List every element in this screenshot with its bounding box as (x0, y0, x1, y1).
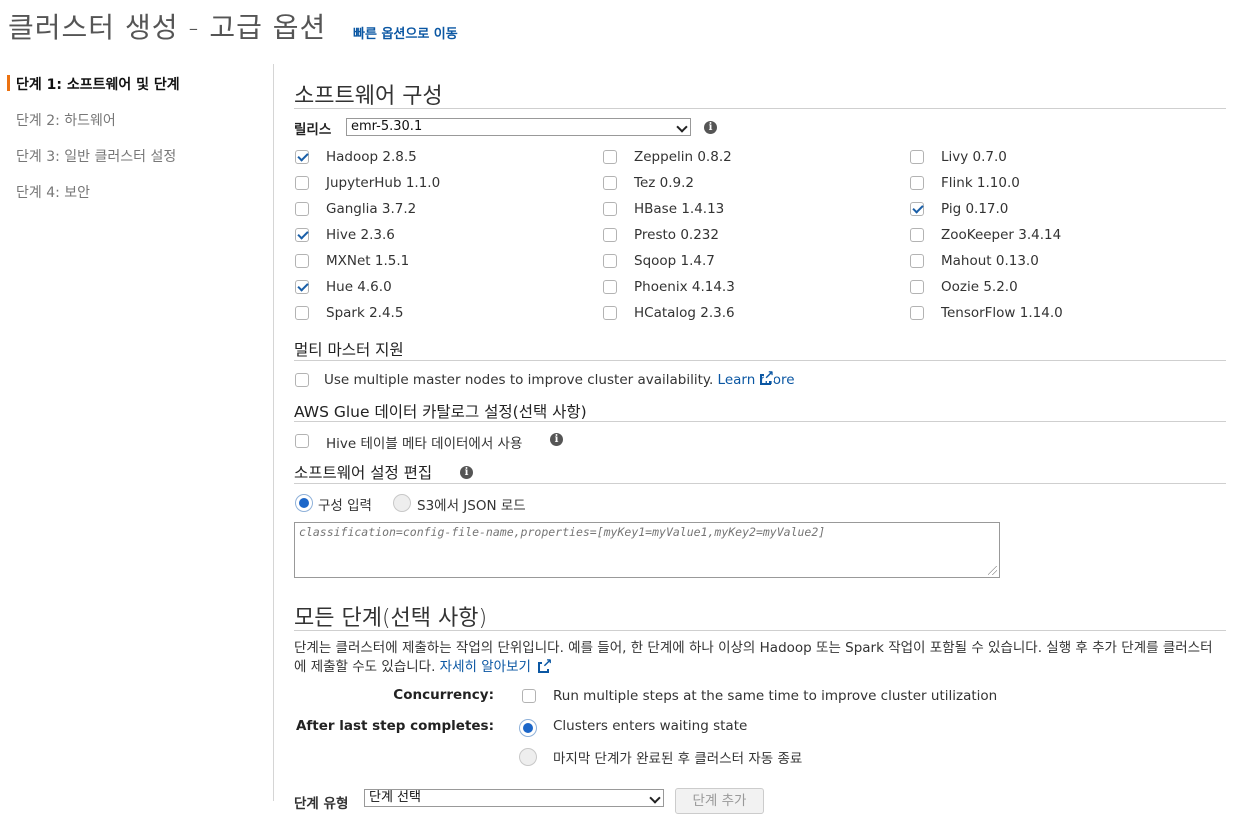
steps-description: 단계는 클러스터에 제출하는 작업의 단위입니다. 예를 들어, 한 단계에 하… (294, 639, 1224, 677)
app-checkbox-label: HCatalog 2.3.6 (634, 305, 735, 321)
app-checkbox-label: Tez 0.9.2 (634, 175, 694, 191)
chevron-down-icon (676, 121, 688, 133)
app-checkbox[interactable] (603, 280, 617, 294)
s3-json-radio[interactable] (393, 494, 411, 512)
app-checkbox-label: TensorFlow 1.14.0 (941, 305, 1063, 321)
concurrency-label: Concurrency: (393, 687, 494, 703)
release-select[interactable]: emr-5.30.1 (346, 118, 691, 136)
app-checkbox-label: Sqoop 1.4.7 (634, 253, 715, 269)
app-checkbox[interactable] (603, 176, 617, 190)
quick-options-link[interactable]: 빠른 옵션으로 이동 (353, 23, 458, 42)
resize-handle[interactable] (988, 566, 997, 575)
app-checkbox[interactable] (603, 306, 617, 320)
steps-heading: 모든 단계(선택 사항) (294, 606, 488, 631)
release-label: 릴리스 (294, 122, 332, 138)
glue-hive-label: Hive 테이블 메타 데이터에서 사용 (326, 436, 523, 452)
app-checkbox[interactable] (603, 202, 617, 216)
divider (294, 108, 1226, 109)
app-checkbox-label: Livy 0.7.0 (941, 149, 1007, 165)
app-checkbox-label: HBase 1.4.13 (634, 201, 725, 217)
config-textarea[interactable] (294, 522, 1000, 578)
info-icon[interactable]: i (704, 121, 717, 134)
app-checkbox[interactable] (295, 228, 309, 242)
app-checkbox[interactable] (910, 254, 924, 268)
app-checkbox[interactable] (910, 306, 924, 320)
app-checkbox[interactable] (603, 150, 617, 164)
divider (294, 421, 1226, 422)
sidebar-step-1[interactable]: 단계 1: 소프트웨어 및 단계 (7, 74, 180, 94)
multi-master-label: Use multiple master nodes to improve clu… (324, 372, 714, 388)
app-checkbox-label: ZooKeeper 3.4.14 (941, 227, 1062, 243)
page-title: 클러스터 생성 - 고급 옵션 (8, 11, 327, 44)
external-link-icon[interactable] (538, 657, 553, 673)
app-checkbox[interactable] (603, 228, 617, 242)
app-checkbox[interactable] (295, 254, 309, 268)
info-icon[interactable]: i (550, 433, 563, 446)
config-edit-heading: 소프트웨어 설정 편집 (294, 464, 433, 482)
learn-more-link[interactable]: Learn more (718, 372, 795, 388)
app-checkbox[interactable] (295, 150, 309, 164)
app-checkbox-label: Hadoop 2.8.5 (326, 149, 417, 165)
multi-master-checkbox[interactable] (295, 373, 309, 387)
app-checkbox[interactable] (603, 254, 617, 268)
app-checkbox-label: Phoenix 4.14.3 (634, 279, 735, 295)
waiting-state-label: Clusters enters waiting state (553, 718, 748, 734)
info-icon[interactable]: i (460, 466, 473, 479)
software-config-heading: 소프트웨어 구성 (294, 84, 443, 109)
sidebar-step-4[interactable]: 단계 4: 보안 (16, 182, 90, 202)
divider (294, 360, 1226, 361)
app-checkbox[interactable] (910, 176, 924, 190)
divider (294, 630, 1226, 631)
sidebar-step-3[interactable]: 단계 3: 일반 클러스터 설정 (16, 146, 176, 166)
app-checkbox[interactable] (295, 176, 309, 190)
concurrency-option-label: Run multiple steps at the same time to i… (553, 688, 998, 704)
after-last-step-label: After last step completes: (295, 718, 494, 734)
config-input-label: 구성 입력 (318, 498, 372, 514)
divider (294, 483, 1226, 484)
app-checkbox[interactable] (295, 202, 309, 216)
chevron-down-icon (649, 792, 661, 804)
app-checkbox-label: Pig 0.17.0 (941, 201, 1009, 217)
external-link-icon[interactable] (760, 369, 775, 385)
concurrency-checkbox[interactable] (522, 689, 536, 703)
app-checkbox-label: Presto 0.232 (634, 227, 719, 243)
steps-description-text: 단계는 클러스터에 제출하는 작업의 단위입니다. 예를 들어, 한 단계에 하… (294, 640, 1213, 675)
sidebar: 단계 1: 소프트웨어 및 단계 단계 2: 하드웨어 단계 3: 일반 클러스… (0, 64, 274, 801)
auto-terminate-radio[interactable] (519, 748, 537, 766)
multi-master-heading: 멀티 마스터 지원 (294, 341, 404, 359)
steps-learn-more-link[interactable]: 자세히 알아보기 (440, 659, 531, 675)
waiting-state-radio[interactable] (519, 719, 537, 737)
app-checkbox[interactable] (910, 280, 924, 294)
app-checkbox[interactable] (910, 228, 924, 242)
step-type-label: 단계 유형 (294, 796, 349, 812)
app-checkbox-label: Zeppelin 0.8.2 (634, 149, 732, 165)
app-checkbox[interactable] (910, 150, 924, 164)
app-checkbox[interactable] (910, 202, 924, 216)
app-checkbox[interactable] (295, 306, 309, 320)
add-step-button[interactable]: 단계 추가 (675, 788, 764, 814)
glue-heading: AWS Glue 데이터 카탈로그 설정(선택 사항) (294, 403, 587, 421)
app-checkbox-label: Oozie 5.2.0 (941, 279, 1018, 295)
app-checkbox-label: Ganglia 3.7.2 (326, 201, 417, 217)
auto-terminate-label: 마지막 단계가 완료된 후 클러스터 자동 종료 (553, 751, 803, 767)
s3-json-label: S3에서 JSON 로드 (417, 498, 526, 514)
sidebar-step-2[interactable]: 단계 2: 하드웨어 (16, 110, 116, 130)
app-checkbox-label: MXNet 1.5.1 (326, 253, 410, 269)
step-type-select-value: 단계 선택 (369, 790, 421, 805)
app-checkbox-label: Hue 4.6.0 (326, 279, 392, 295)
app-checkbox-label: Flink 1.10.0 (941, 175, 1020, 191)
multi-master-text: Use multiple master nodes to improve clu… (324, 372, 795, 388)
app-checkbox-label: Mahout 0.13.0 (941, 253, 1039, 269)
glue-hive-checkbox[interactable] (295, 434, 309, 448)
app-checkbox-label: Hive 2.3.6 (326, 227, 395, 243)
app-checkbox-label: JupyterHub 1.1.0 (326, 175, 441, 191)
app-checkbox-label: Spark 2.4.5 (326, 305, 404, 321)
config-input-radio[interactable] (295, 494, 313, 512)
step-type-select[interactable]: 단계 선택 (364, 789, 664, 807)
release-select-value: emr-5.30.1 (351, 119, 423, 134)
app-checkbox[interactable] (295, 280, 309, 294)
